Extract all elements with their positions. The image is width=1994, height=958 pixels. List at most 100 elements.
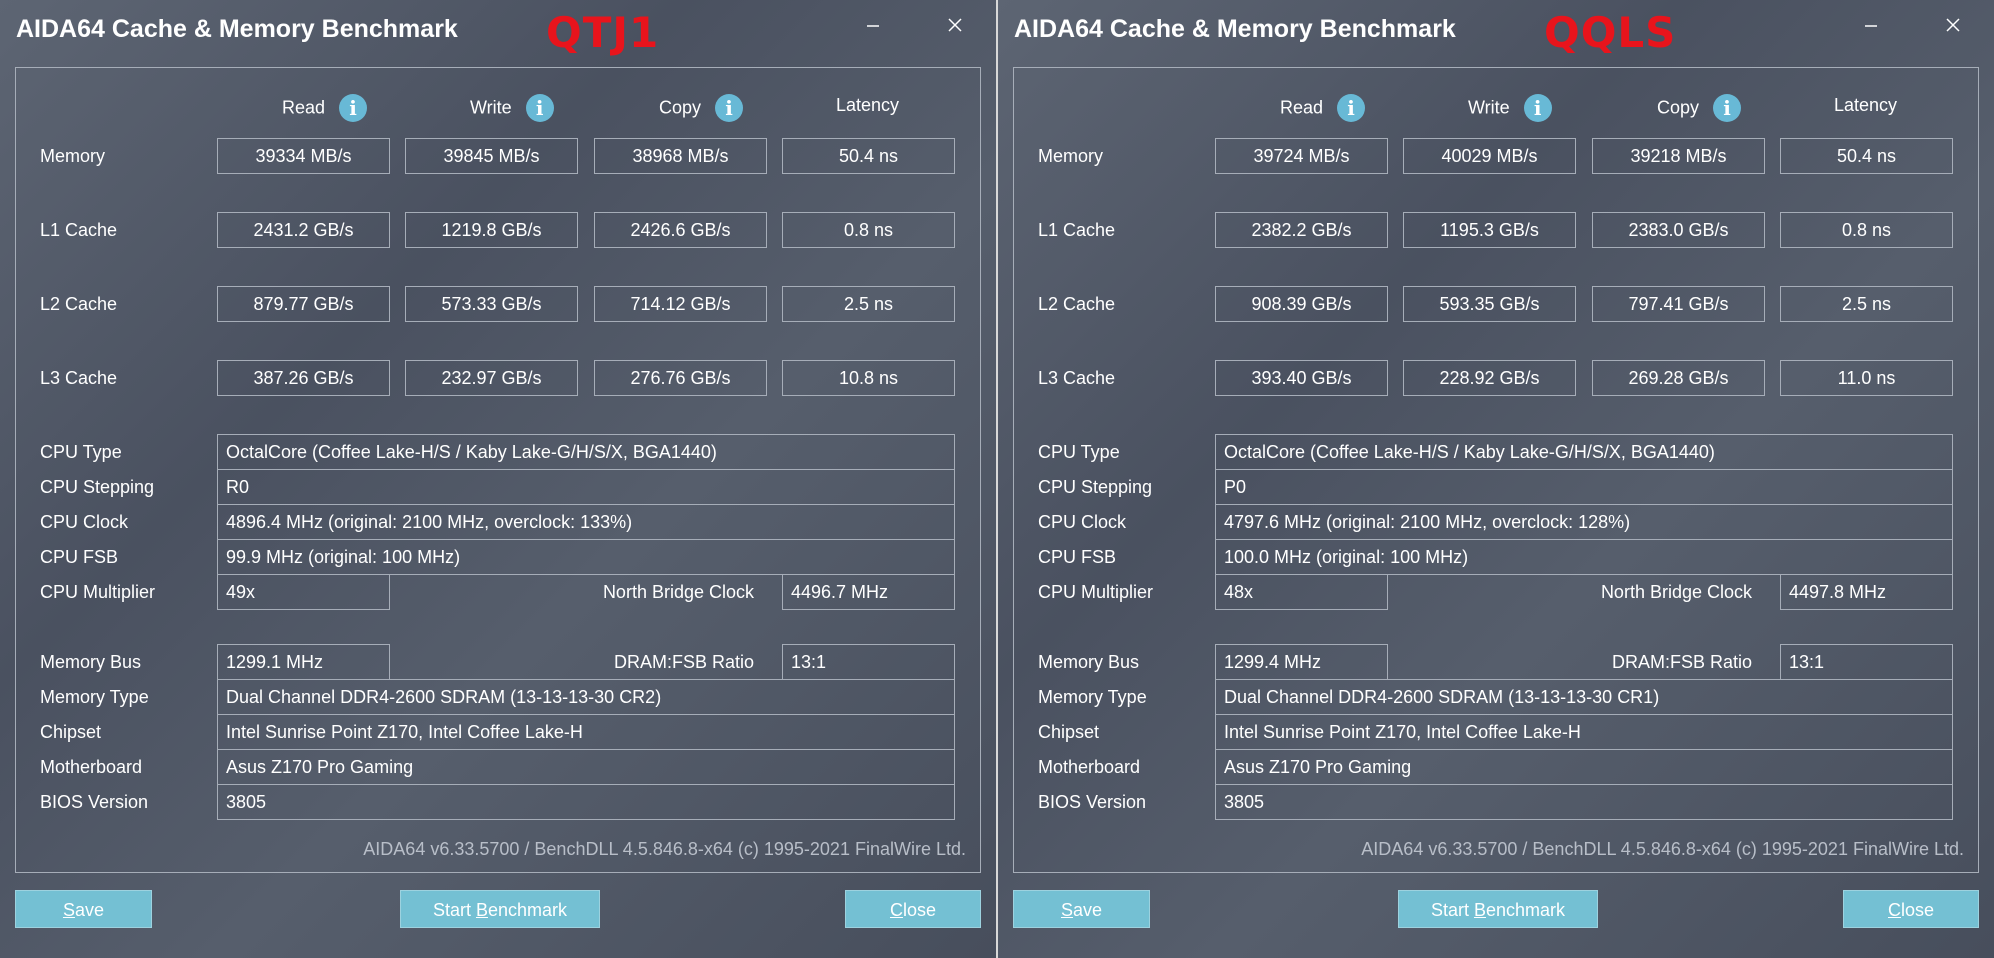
dram-fsb-ratio-value[interactable]: 13:1: [1780, 644, 1953, 680]
start-benchmark-button-label-post: enchmark: [488, 900, 568, 920]
memory-bus-value[interactable]: 1299.1 MHz: [217, 644, 390, 680]
cpu-clock-label: CPU Clock: [40, 512, 129, 532]
result-latency[interactable]: 11.0 ns: [1780, 360, 1953, 396]
cpu-fsb-value[interactable]: 100.0 MHz (original: 100 MHz): [1215, 539, 1953, 575]
result-write[interactable]: 1195.3 GB/s: [1403, 212, 1576, 248]
result-copy[interactable]: 39218 MB/s: [1592, 138, 1765, 174]
header-latency: Latency: [1834, 94, 1897, 122]
start-benchmark-button-label-post: enchmark: [1486, 900, 1566, 920]
close-window-button[interactable]: [1938, 14, 1968, 38]
result-copy[interactable]: 2383.0 GB/s: [1592, 212, 1765, 248]
title-bar[interactable]: AIDA64 Cache & Memory Benchmark QTJ1: [0, 0, 996, 62]
result-read[interactable]: 908.39 GB/s: [1215, 286, 1388, 322]
result-latency[interactable]: 0.8 ns: [782, 212, 955, 248]
north-bridge-clock-value[interactable]: 4496.7 MHz: [782, 574, 955, 610]
north-bridge-clock-label: North Bridge Clock: [1600, 582, 1752, 602]
result-copy[interactable]: 2426.6 GB/s: [594, 212, 767, 248]
motherboard-label: Motherboard: [40, 757, 143, 777]
bios-version-value[interactable]: 3805: [1215, 784, 1953, 820]
minimize-button[interactable]: [1856, 14, 1886, 38]
header-read: Read i: [282, 94, 368, 122]
result-latency[interactable]: 50.4 ns: [782, 138, 955, 174]
chipset-value[interactable]: Intel Sunrise Point Z170, Intel Coffee L…: [1215, 714, 1953, 750]
close-button-label-post: lose: [902, 900, 937, 920]
cpu-stepping-value[interactable]: P0: [1215, 469, 1953, 505]
result-copy[interactable]: 714.12 GB/s: [594, 286, 767, 322]
result-write[interactable]: 593.35 GB/s: [1403, 286, 1576, 322]
result-write[interactable]: 40029 MB/s: [1403, 138, 1576, 174]
start-benchmark-button-label-pre: Start: [432, 900, 476, 920]
memory-type-label: Memory Type: [1038, 687, 1147, 707]
save-button[interactable]: Save: [1013, 890, 1150, 928]
result-read[interactable]: 387.26 GB/s: [217, 360, 390, 396]
cpu-clock-value[interactable]: 4797.6 MHz (original: 2100 MHz, overcloc…: [1215, 504, 1953, 540]
info-icon[interactable]: i: [1337, 94, 1366, 122]
header-read-label: Read: [1280, 97, 1324, 118]
north-bridge-clock-value[interactable]: 4497.8 MHz: [1780, 574, 1953, 610]
result-latency[interactable]: 0.8 ns: [1780, 212, 1953, 248]
result-read[interactable]: 879.77 GB/s: [217, 286, 390, 322]
cpu-stepping-value[interactable]: R0: [217, 469, 955, 505]
cpu-clock-value[interactable]: 4896.4 MHz (original: 2100 MHz, overcloc…: [217, 504, 955, 540]
info-icon[interactable]: i: [1523, 94, 1552, 122]
bios-version-value[interactable]: 3805: [217, 784, 955, 820]
close-button[interactable]: Close: [1843, 890, 1979, 928]
result-write[interactable]: 1219.8 GB/s: [405, 212, 578, 248]
result-write[interactable]: 228.92 GB/s: [1403, 360, 1576, 396]
result-read[interactable]: 393.40 GB/s: [1215, 360, 1388, 396]
bios-version-label: BIOS Version: [40, 792, 149, 812]
cpu-multiplier-value[interactable]: 48x: [1215, 574, 1388, 610]
dram-fsb-ratio-label: DRAM:FSB Ratio: [613, 652, 754, 672]
result-read[interactable]: 2382.2 GB/s: [1215, 212, 1388, 248]
result-write[interactable]: 573.33 GB/s: [405, 286, 578, 322]
close-icon: [948, 18, 962, 32]
motherboard-value[interactable]: Asus Z170 Pro Gaming: [1215, 749, 1953, 785]
memory-bus-value[interactable]: 1299.4 MHz: [1215, 644, 1388, 680]
save-button-label-post: ave: [74, 900, 105, 920]
result-copy[interactable]: 276.76 GB/s: [594, 360, 767, 396]
info-icon[interactable]: i: [715, 94, 744, 122]
result-latency[interactable]: 2.5 ns: [1780, 286, 1953, 322]
result-copy[interactable]: 38968 MB/s: [594, 138, 767, 174]
row-label: L2 Cache: [1038, 294, 1116, 314]
chipset-value[interactable]: Intel Sunrise Point Z170, Intel Coffee L…: [217, 714, 955, 750]
memory-type-label: Memory Type: [40, 687, 149, 707]
cpu-fsb-value[interactable]: 99.9 MHz (original: 100 MHz): [217, 539, 955, 575]
result-read[interactable]: 2431.2 GB/s: [217, 212, 390, 248]
result-read[interactable]: 39334 MB/s: [217, 138, 390, 174]
result-latency[interactable]: 2.5 ns: [782, 286, 955, 322]
minimize-icon: [867, 25, 879, 27]
info-icon[interactable]: i: [525, 94, 554, 122]
result-copy[interactable]: 269.28 GB/s: [1592, 360, 1765, 396]
motherboard-value[interactable]: Asus Z170 Pro Gaming: [217, 749, 955, 785]
save-button[interactable]: Save: [15, 890, 152, 928]
memory-type-value[interactable]: Dual Channel DDR4-2600 SDRAM (13-13-13-3…: [217, 679, 955, 715]
result-copy[interactable]: 797.41 GB/s: [1592, 286, 1765, 322]
result-write[interactable]: 39845 MB/s: [405, 138, 578, 174]
memory-bus-label: Memory Bus: [40, 652, 142, 672]
info-icon[interactable]: i: [339, 94, 368, 122]
close-window-button[interactable]: [940, 14, 970, 38]
minimize-button[interactable]: [858, 14, 888, 38]
title-bar[interactable]: AIDA64 Cache & Memory Benchmark QQLS: [998, 0, 1994, 62]
start-benchmark-button-mnemonic: B: [475, 900, 488, 920]
start-benchmark-button[interactable]: Start Benchmark: [1398, 890, 1598, 928]
start-benchmark-button[interactable]: Start Benchmark: [400, 890, 600, 928]
result-latency[interactable]: 50.4 ns: [1780, 138, 1953, 174]
cpu-type-value[interactable]: OctalCore (Coffee Lake-H/S / Kaby Lake-G…: [217, 434, 955, 470]
header-write: Write i: [1468, 94, 1552, 122]
cpu-stepping-label: CPU Stepping: [40, 477, 155, 497]
info-icon[interactable]: i: [1713, 94, 1742, 122]
save-button-label-post: ave: [1072, 900, 1103, 920]
bios-version-label: BIOS Version: [1038, 792, 1147, 812]
cpu-multiplier-value[interactable]: 49x: [217, 574, 390, 610]
result-write[interactable]: 232.97 GB/s: [405, 360, 578, 396]
result-read[interactable]: 39724 MB/s: [1215, 138, 1388, 174]
dram-fsb-ratio-value[interactable]: 13:1: [782, 644, 955, 680]
memory-type-value[interactable]: Dual Channel DDR4-2600 SDRAM (13-13-13-3…: [1215, 679, 1953, 715]
window-title: AIDA64 Cache & Memory Benchmark: [16, 15, 458, 43]
result-latency[interactable]: 10.8 ns: [782, 360, 955, 396]
close-button[interactable]: Close: [845, 890, 981, 928]
version-footer: AIDA64 v6.33.5700 / BenchDLL 4.5.846.8-x…: [1361, 839, 1964, 859]
cpu-type-value[interactable]: OctalCore (Coffee Lake-H/S / Kaby Lake-G…: [1215, 434, 1953, 470]
